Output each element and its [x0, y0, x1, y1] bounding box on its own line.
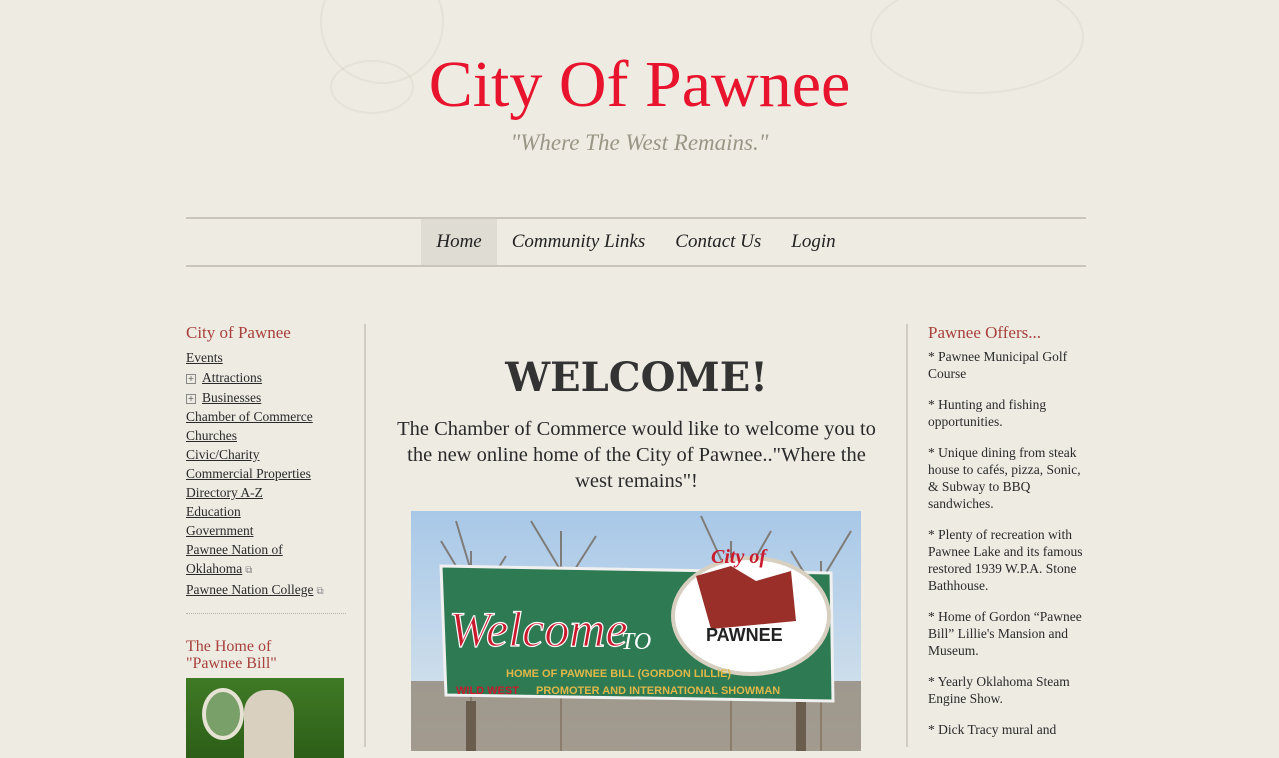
column-divider: [364, 324, 366, 747]
site-title: City Of Pawnee: [428, 48, 851, 121]
column-divider: [906, 324, 908, 747]
pawnee-bill-heading-line: The Home of: [186, 637, 272, 655]
left-sidebar: City of Pawnee Events + Attractions + Busi…: [186, 323, 346, 758]
offer-item: * Hunting and fishing opportunities.: [928, 396, 1047, 429]
offer-item: * Pawnee Municipal Golf Course: [928, 348, 1068, 381]
sign-welcome-text: Welcome: [449, 601, 628, 657]
external-link-icon: ⧉: [245, 564, 253, 576]
sidebar-heading: City of Pawnee: [186, 323, 291, 342]
offer-item: * Plenty of recreation with Pawnee Lake …: [928, 526, 1083, 593]
sidebar-link-label: Oklahoma: [186, 560, 243, 576]
sidebar-link-civic[interactable]: Civic/Charity: [186, 445, 346, 464]
sign-promoter-text: PROMOTER AND INTERNATIONAL SHOWMAN: [536, 685, 780, 697]
sign-post: [796, 701, 806, 751]
nav-home[interactable]: Home: [421, 219, 497, 265]
site-tagline: "Where The West Remains.": [510, 130, 769, 155]
photo-hat: [202, 687, 244, 740]
sign-pawnee-text: PAWNEE: [706, 625, 783, 645]
external-link-icon: ⧉: [316, 585, 324, 597]
main-nav: Home Community Links Contact Us Login: [186, 217, 1086, 267]
sidebar-link-businesses[interactable]: Businesses: [202, 390, 261, 405]
sidebar-link-chamber[interactable]: Chamber of Commerce: [186, 407, 346, 426]
sign-emblem-map: [696, 566, 796, 629]
sidebar-link-government[interactable]: Government: [186, 521, 346, 540]
welcome-sign-photo: Welcome TO City of PAWNEE HOME OF PAWNEE…: [411, 511, 861, 751]
sign-wild-west-text: WILD WEST: [456, 685, 519, 697]
pawnee-bill-photo: [186, 677, 344, 758]
offer-item: * Yearly Oklahoma Steam Engine Show.: [928, 673, 1070, 706]
nav-contact-us[interactable]: Contact Us: [660, 219, 776, 265]
sidebar-divider: [186, 612, 346, 614]
sidebar-link-attractions[interactable]: Attractions: [202, 370, 262, 385]
sign-to-text: TO: [621, 629, 651, 655]
nav-community-links[interactable]: Community Links: [497, 219, 661, 265]
sidebar-item-attractions: + Attractions: [186, 367, 346, 387]
expand-icon[interactable]: +: [186, 393, 196, 404]
welcome-intro: The Chamber of Commerce would like to we…: [397, 418, 876, 492]
offers-heading: Pawnee Offers...: [928, 323, 1041, 342]
sign-home-text: HOME OF PAWNEE BILL (GORDON LILLIE): [506, 668, 731, 680]
offer-item: * Dick Tracy mural and: [928, 721, 1057, 737]
sidebar-link-directory[interactable]: Directory A-Z: [186, 483, 346, 502]
sidebar-link-events[interactable]: Events: [186, 348, 346, 367]
sign-city-of-text: City of: [711, 546, 768, 568]
sidebar-link-label: Pawnee Nation of: [186, 541, 283, 557]
expand-icon[interactable]: +: [186, 373, 196, 384]
main-content: WELCOME! The Chamber of Commerce would l…: [368, 324, 905, 751]
sidebar-link-education[interactable]: Education: [186, 502, 346, 521]
offer-item: * Unique dining from steak house to café…: [928, 444, 1081, 511]
sign-post: [466, 701, 476, 751]
sidebar-link-label: Pawnee Nation College: [186, 581, 314, 597]
pawnee-bill-heading-line: "Pawnee Bill": [186, 655, 277, 673]
sidebar-link-churches[interactable]: Churches: [186, 426, 346, 445]
sidebar-link-pawnee-nation[interactable]: Pawnee Nation of Oklahoma ⧉: [186, 540, 346, 580]
sidebar-link-commercial[interactable]: Commercial Properties: [186, 464, 346, 483]
nav-login[interactable]: Login: [776, 219, 850, 265]
photo-figure: [244, 689, 294, 758]
pawnee-bill-heading: The Home of "Pawnee Bill": [186, 638, 346, 673]
sidebar-link-college[interactable]: Pawnee Nation College ⧉: [186, 580, 346, 601]
right-sidebar: Pawnee Offers... * Pawnee Municipal Golf…: [928, 323, 1088, 752]
welcome-heading: WELCOME!: [505, 354, 768, 401]
sidebar-item-businesses: + Businesses: [186, 387, 346, 407]
offer-item: * Home of Gordon “Pawnee Bill” Lillie's …: [928, 608, 1082, 658]
